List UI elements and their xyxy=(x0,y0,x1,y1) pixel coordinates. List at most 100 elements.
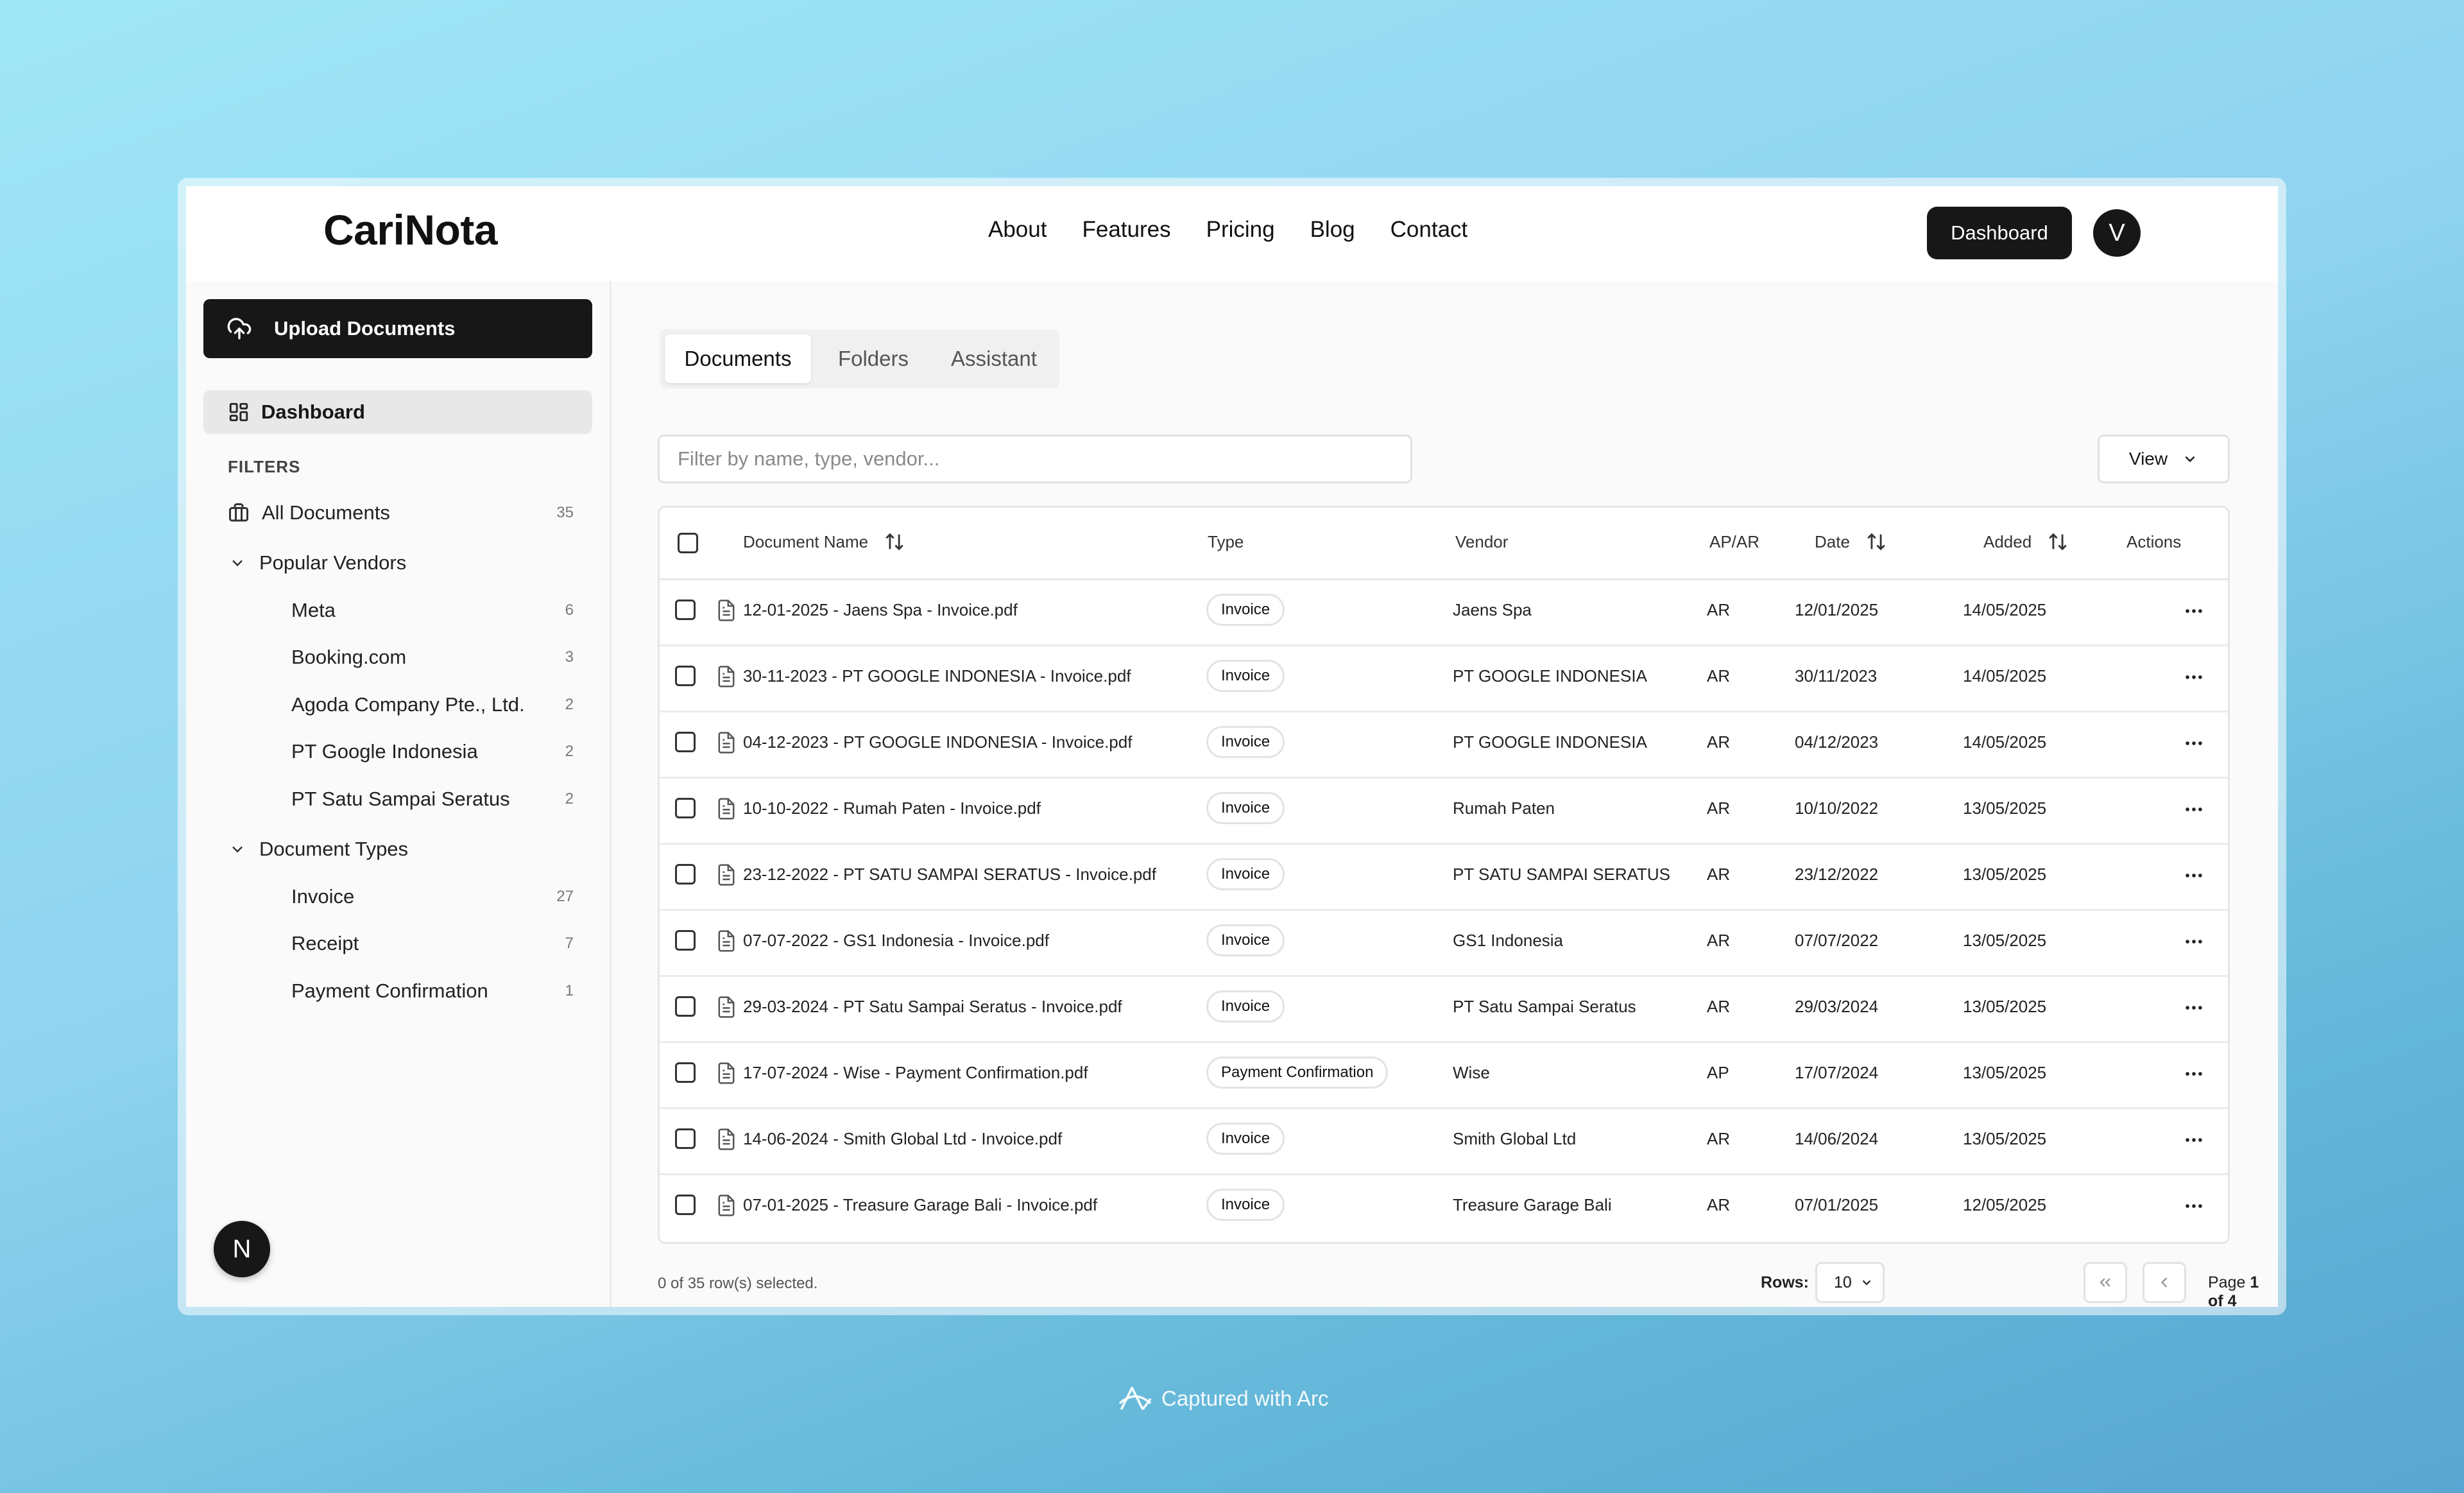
table-row[interactable]: 14-06-2024 - Smith Global Ltd - Invoice.… xyxy=(660,1107,2228,1175)
sidebar-type-item[interactable]: Receipt 7 xyxy=(186,924,610,963)
document-name[interactable]: 14-06-2024 - Smith Global Ltd - Invoice.… xyxy=(743,1129,1062,1149)
filter-input[interactable] xyxy=(658,435,1412,483)
more-horizontal-icon[interactable] xyxy=(2182,931,2205,953)
column-document-name[interactable]: Document Name xyxy=(743,531,905,553)
row-checkbox[interactable] xyxy=(675,930,696,951)
sidebar-vendor-item[interactable]: PT Satu Sampai Seratus 2 xyxy=(186,780,610,818)
document-name[interactable]: 07-01-2025 - Treasure Garage Bali - Invo… xyxy=(743,1195,1097,1215)
more-horizontal-icon[interactable] xyxy=(2182,666,2205,688)
row-checkbox[interactable] xyxy=(675,1128,696,1149)
type-badge: Invoice xyxy=(1206,1189,1285,1221)
page-indicator: Page 1 of 4 xyxy=(2208,1273,2278,1307)
sidebar-vendor-item[interactable]: Booking.com 3 xyxy=(186,638,610,677)
document-name[interactable]: 23-12-2022 - PT SATU SAMPAI SERATUS - In… xyxy=(743,865,1156,885)
vendor-label: Booking.com xyxy=(291,646,407,668)
sidebar-vendor-item[interactable]: Agoda Company Pte., Ltd. 2 xyxy=(186,686,610,724)
more-horizontal-icon[interactable] xyxy=(2182,1063,2205,1085)
table-row[interactable]: 17-07-2024 - Wise - Payment Confirmation… xyxy=(660,1041,2228,1109)
document-name[interactable]: 07-07-2022 - GS1 Indonesia - Invoice.pdf xyxy=(743,931,1049,951)
apar-cell: AR xyxy=(1707,798,1731,818)
vendor-count: 6 xyxy=(565,601,574,619)
row-checkbox[interactable] xyxy=(675,798,696,818)
nextjs-dev-button[interactable]: N xyxy=(214,1221,270,1277)
table-row[interactable]: 23-12-2022 - PT SATU SAMPAI SERATUS - In… xyxy=(660,843,2228,911)
briefcase-icon xyxy=(229,503,248,522)
more-horizontal-icon[interactable] xyxy=(2182,600,2205,622)
document-name[interactable]: 17-07-2024 - Wise - Payment Confirmation… xyxy=(743,1063,1088,1083)
vendor-label: PT Google Indonesia xyxy=(291,740,478,763)
view-options-button[interactable]: View xyxy=(2098,435,2230,483)
captured-with-arc: Captured with Arc xyxy=(1116,1383,1328,1414)
date-cell: 07/01/2025 xyxy=(1795,1195,1879,1214)
avatar[interactable]: V xyxy=(2093,209,2141,257)
more-horizontal-icon[interactable] xyxy=(2182,865,2205,886)
table-row[interactable]: 12-01-2025 - Jaens Spa - Invoice.pdf Invo… xyxy=(660,578,2228,646)
document-name[interactable]: 30-11-2023 - PT GOOGLE INDONESIA - Invoi… xyxy=(743,666,1131,686)
row-checkbox[interactable] xyxy=(675,666,696,686)
nav-pricing[interactable]: Pricing xyxy=(1206,217,1275,243)
tab-folders[interactable]: Folders xyxy=(819,334,928,383)
row-checkbox[interactable] xyxy=(675,600,696,620)
more-horizontal-icon[interactable] xyxy=(2182,1129,2205,1151)
column-type: Type xyxy=(1208,532,1244,551)
document-name[interactable]: 04-12-2023 - PT GOOGLE INDONESIA - Invoi… xyxy=(743,732,1132,752)
sidebar-item-all-documents[interactable]: All Documents 35 xyxy=(186,494,610,532)
apar-cell: AR xyxy=(1707,1129,1731,1148)
table-header: Document Name Type Vendor AP/AR Date Add… xyxy=(660,508,2228,580)
first-page-button[interactable] xyxy=(2083,1262,2127,1303)
nav-contact[interactable]: Contact xyxy=(1390,217,1468,243)
chevron-down-icon xyxy=(2185,456,2195,463)
more-horizontal-icon[interactable] xyxy=(2182,997,2205,1019)
apar-cell: AP xyxy=(1707,1063,1729,1082)
rows-per-page-select[interactable]: 10 xyxy=(1815,1262,1885,1303)
more-horizontal-icon[interactable] xyxy=(2182,798,2205,820)
sidebar-type-item[interactable]: Payment Confirmation 1 xyxy=(186,972,610,1010)
vendor-count: 2 xyxy=(565,696,574,713)
file-text-icon xyxy=(718,1195,735,1216)
column-added[interactable]: Added xyxy=(1983,531,2069,553)
sort-arrows-icon xyxy=(1867,533,1885,551)
more-horizontal-icon[interactable] xyxy=(2182,1195,2205,1217)
row-checkbox[interactable] xyxy=(675,996,696,1017)
row-checkbox[interactable] xyxy=(675,732,696,752)
more-horizontal-icon[interactable] xyxy=(2182,732,2205,754)
sidebar-item-dashboard[interactable]: Dashboard xyxy=(203,390,592,434)
logo[interactable]: CariNota xyxy=(323,205,498,254)
table-row[interactable]: 04-12-2023 - PT GOOGLE INDONESIA - Invoi… xyxy=(660,711,2228,779)
select-all-checkbox[interactable] xyxy=(678,533,698,553)
tab-documents[interactable]: Documents xyxy=(665,334,811,383)
filters-heading: FILTERS xyxy=(228,457,301,476)
vendor-cell: PT GOOGLE INDONESIA xyxy=(1453,666,1647,686)
document-name[interactable]: 29-03-2024 - PT Satu Sampai Seratus - In… xyxy=(743,997,1122,1017)
section-popular-vendors[interactable]: Popular Vendors xyxy=(186,544,610,582)
vendor-label: PT Satu Sampai Seratus xyxy=(291,788,510,810)
section-document-types[interactable]: Document Types xyxy=(186,830,610,868)
browser-window: CariNota About Features Pricing Blog Con… xyxy=(186,186,2278,1307)
main-content: Documents Folders Assistant View Documen… xyxy=(612,281,2278,1307)
table-row[interactable]: 10-10-2022 - Rumah Paten - Invoice.pdf In… xyxy=(660,777,2228,845)
added-cell: 14/05/2025 xyxy=(1963,600,2047,619)
sidebar-vendor-item[interactable]: Meta 6 xyxy=(186,591,610,630)
document-name[interactable]: 10-10-2022 - Rumah Paten - Invoice.pdf xyxy=(743,798,1041,818)
table-row[interactable]: 07-07-2022 - GS1 Indonesia - Invoice.pdf… xyxy=(660,909,2228,977)
table-row[interactable]: 07-01-2025 - Treasure Garage Bali - Invo… xyxy=(660,1173,2228,1239)
document-name[interactable]: 12-01-2025 - Jaens Spa - Invoice.pdf xyxy=(743,600,1018,620)
column-date[interactable]: Date xyxy=(1815,531,1887,553)
nav-about[interactable]: About xyxy=(988,217,1047,243)
dashboard-button[interactable]: Dashboard xyxy=(1927,207,2072,259)
sidebar-vendor-item[interactable]: PT Google Indonesia 2 xyxy=(186,732,610,771)
sidebar-type-item[interactable]: Invoice 27 xyxy=(186,877,610,916)
row-checkbox[interactable] xyxy=(675,1062,696,1083)
row-checkbox[interactable] xyxy=(675,1195,696,1215)
date-cell: 30/11/2023 xyxy=(1795,666,1878,686)
previous-page-button[interactable] xyxy=(2143,1262,2186,1303)
row-checkbox[interactable] xyxy=(675,864,696,885)
upload-documents-button[interactable]: Upload Documents xyxy=(203,299,592,358)
nav-blog[interactable]: Blog xyxy=(1310,217,1355,243)
table-row[interactable]: 30-11-2023 - PT GOOGLE INDONESIA - Invoi… xyxy=(660,644,2228,712)
nav-features[interactable]: Features xyxy=(1082,217,1170,243)
table-row[interactable]: 29-03-2024 - PT Satu Sampai Seratus - In… xyxy=(660,975,2228,1043)
chevron-down-icon xyxy=(1862,1280,1871,1286)
date-cell: 29/03/2024 xyxy=(1795,997,1879,1016)
tab-assistant[interactable]: Assistant xyxy=(934,334,1054,383)
